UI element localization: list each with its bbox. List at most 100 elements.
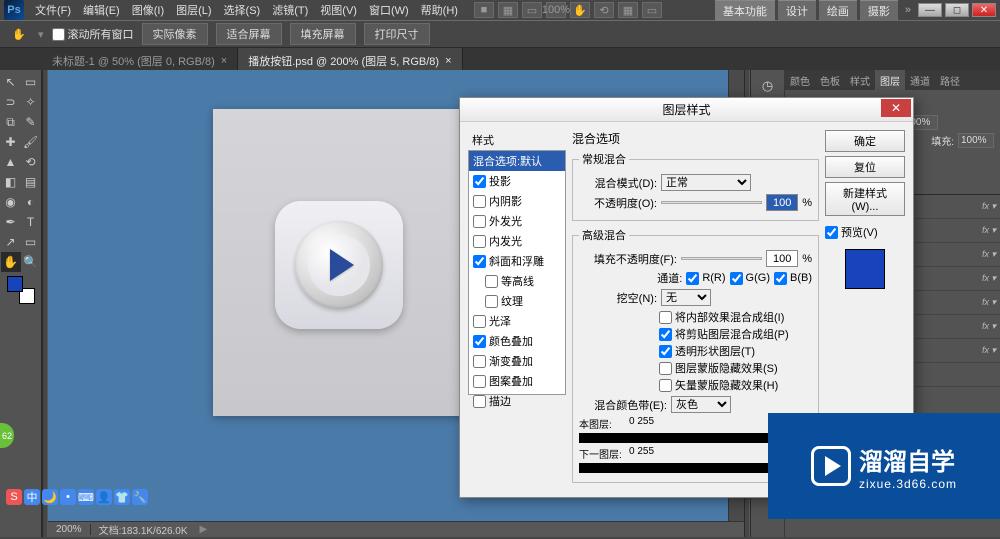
ch-b[interactable]: B(B) xyxy=(774,272,812,285)
opacity-slider[interactable] xyxy=(661,201,762,204)
close-icon[interactable]: × xyxy=(445,55,451,67)
menu-help[interactable]: 帮助(H) xyxy=(415,0,464,20)
fx-badge[interactable]: fx ▾ xyxy=(982,249,996,260)
ime-skin-icon[interactable]: 👕 xyxy=(114,489,130,505)
fx-badge[interactable]: fx ▾ xyxy=(982,273,996,284)
menu-image[interactable]: 图像(I) xyxy=(126,0,170,20)
knockout-select[interactable]: 无 xyxy=(661,289,711,306)
ime-icon[interactable]: S xyxy=(6,489,22,505)
style-item[interactable]: 光泽 xyxy=(469,311,565,331)
style-item[interactable]: 混合选项:默认 xyxy=(469,151,565,171)
workspace-essentials[interactable]: 基本功能 xyxy=(715,0,775,21)
actual-pixels-button[interactable]: 实际像素 xyxy=(142,23,208,45)
move-tool[interactable]: ↖ xyxy=(1,72,21,92)
adv-check[interactable]: 图层蒙版隐藏效果(S) xyxy=(659,360,812,376)
history-icon[interactable]: ◷ xyxy=(757,76,779,96)
zoom-field[interactable]: 200% xyxy=(48,524,91,535)
hand-tool-icon[interactable]: ✋ xyxy=(8,25,30,43)
screen-mode-icon[interactable]: ▭ xyxy=(642,2,662,18)
ime-punct-icon[interactable]: • xyxy=(60,489,76,505)
blend-mode-select[interactable]: 正常 xyxy=(661,174,751,191)
history-brush-tool[interactable]: ⟲ xyxy=(21,152,41,172)
adv-check[interactable]: 将剪贴图层混合成组(P) xyxy=(659,326,812,342)
preview-checkbox[interactable]: 预览(V) xyxy=(825,224,905,240)
opacity-input[interactable] xyxy=(766,194,798,211)
arrange-icon[interactable]: ▦ xyxy=(618,2,638,18)
adv-check[interactable]: 矢量蒙版隐藏效果(H) xyxy=(659,377,812,393)
heal-tool[interactable]: ✚ xyxy=(1,132,21,152)
style-item[interactable]: 图案叠加 xyxy=(469,371,565,391)
adv-check[interactable]: 透明形状图层(T) xyxy=(659,343,812,359)
shape-tool[interactable]: ▭ xyxy=(21,232,41,252)
window-min-button[interactable]: — xyxy=(918,3,942,17)
rotate-icon[interactable]: ⟲ xyxy=(594,2,614,18)
tab-paths[interactable]: 路径 xyxy=(935,70,965,90)
pen-tool[interactable]: ✒ xyxy=(1,212,21,232)
cancel-button[interactable]: 复位 xyxy=(825,156,905,178)
color-picker[interactable] xyxy=(7,276,35,304)
fill-screen-button[interactable]: 填充屏幕 xyxy=(290,23,356,45)
fx-badge[interactable]: fx ▾ xyxy=(982,225,996,236)
ime-moon-icon[interactable]: 🌙 xyxy=(42,489,58,505)
view-extras-icon[interactable]: ▭ xyxy=(522,2,542,18)
ch-r[interactable]: R(R) xyxy=(686,272,725,285)
menu-filter[interactable]: 滤镜(T) xyxy=(266,0,314,20)
doc-tab-2[interactable]: 播放按钮.psd @ 200% (图层 5, RGB/8)× xyxy=(238,48,462,70)
new-style-button[interactable]: 新建样式(W)... xyxy=(825,182,905,216)
brush-tool[interactable]: 🖌 xyxy=(21,132,41,152)
style-item[interactable]: 颜色叠加 xyxy=(469,331,565,351)
tab-color[interactable]: 颜色 xyxy=(785,70,815,90)
launch-bridge-icon[interactable]: ■ xyxy=(474,2,494,18)
blur-tool[interactable]: ◉ xyxy=(1,192,21,212)
hand-tool[interactable]: ✋ xyxy=(1,252,21,272)
fx-badge[interactable]: fx ▾ xyxy=(982,321,996,332)
fx-badge[interactable]: fx ▾ xyxy=(982,201,996,212)
print-size-button[interactable]: 打印尺寸 xyxy=(364,23,430,45)
menu-file[interactable]: 文件(F) xyxy=(29,0,77,20)
doc-info[interactable]: 文档:183.1K/626.0K xyxy=(91,522,196,537)
style-item[interactable]: 内阴影 xyxy=(469,191,565,211)
menu-edit[interactable]: 编辑(E) xyxy=(77,0,126,20)
blend-if-select[interactable]: 灰色 xyxy=(671,396,731,413)
ok-button[interactable]: 确定 xyxy=(825,130,905,152)
ime-user-icon[interactable]: 👤 xyxy=(96,489,112,505)
menu-window[interactable]: 窗口(W) xyxy=(363,0,415,20)
zoom-level[interactable]: 100% xyxy=(546,2,566,18)
style-item[interactable]: 外发光 xyxy=(469,211,565,231)
dialog-close-button[interactable]: ✕ xyxy=(881,99,911,117)
wand-tool[interactable]: ✧ xyxy=(21,92,41,112)
style-item[interactable]: 纹理 xyxy=(469,291,565,311)
style-item[interactable]: 等高线 xyxy=(469,271,565,291)
path-tool[interactable]: ↗ xyxy=(1,232,21,252)
fx-badge[interactable]: fx ▾ xyxy=(982,345,996,356)
workspace-paint[interactable]: 绘画 xyxy=(819,0,857,21)
workspace-photo[interactable]: 摄影 xyxy=(860,0,898,21)
dodge-tool[interactable]: ◐ xyxy=(21,192,41,212)
hand-icon[interactable]: ✋ xyxy=(570,2,590,18)
tab-styles[interactable]: 样式 xyxy=(845,70,875,90)
tab-layers[interactable]: 图层 xyxy=(875,70,905,90)
window-close-button[interactable]: ✕ xyxy=(972,3,996,17)
style-item[interactable]: 斜面和浮雕 xyxy=(469,251,565,271)
fx-badge[interactable]: fx ▾ xyxy=(982,297,996,308)
gradient-tool[interactable]: ▤ xyxy=(21,172,41,192)
menu-layer[interactable]: 图层(L) xyxy=(170,0,217,20)
fill-opacity-slider[interactable] xyxy=(681,257,762,260)
marquee-tool[interactable]: ▭ xyxy=(21,72,41,92)
adv-check[interactable]: 将内部效果混合成组(I) xyxy=(659,309,812,325)
menu-view[interactable]: 视图(V) xyxy=(314,0,363,20)
fill-field[interactable] xyxy=(958,133,994,148)
type-tool[interactable]: T xyxy=(21,212,41,232)
tab-swatch[interactable]: 色板 xyxy=(815,70,845,90)
dialog-title-bar[interactable]: 图层样式 ✕ xyxy=(460,98,913,122)
close-icon[interactable]: × xyxy=(221,55,227,67)
style-item[interactable]: 渐变叠加 xyxy=(469,351,565,371)
workspace-design[interactable]: 设计 xyxy=(778,0,816,21)
zoom-tool[interactable]: 🔍 xyxy=(21,252,41,272)
crop-tool[interactable]: ⧉ xyxy=(1,112,21,132)
lasso-tool[interactable]: ⊃ xyxy=(1,92,21,112)
menu-select[interactable]: 选择(S) xyxy=(218,0,267,20)
fit-screen-button[interactable]: 适合屏幕 xyxy=(216,23,282,45)
window-max-button[interactable]: ◻ xyxy=(945,3,969,17)
fg-color[interactable] xyxy=(7,276,23,292)
